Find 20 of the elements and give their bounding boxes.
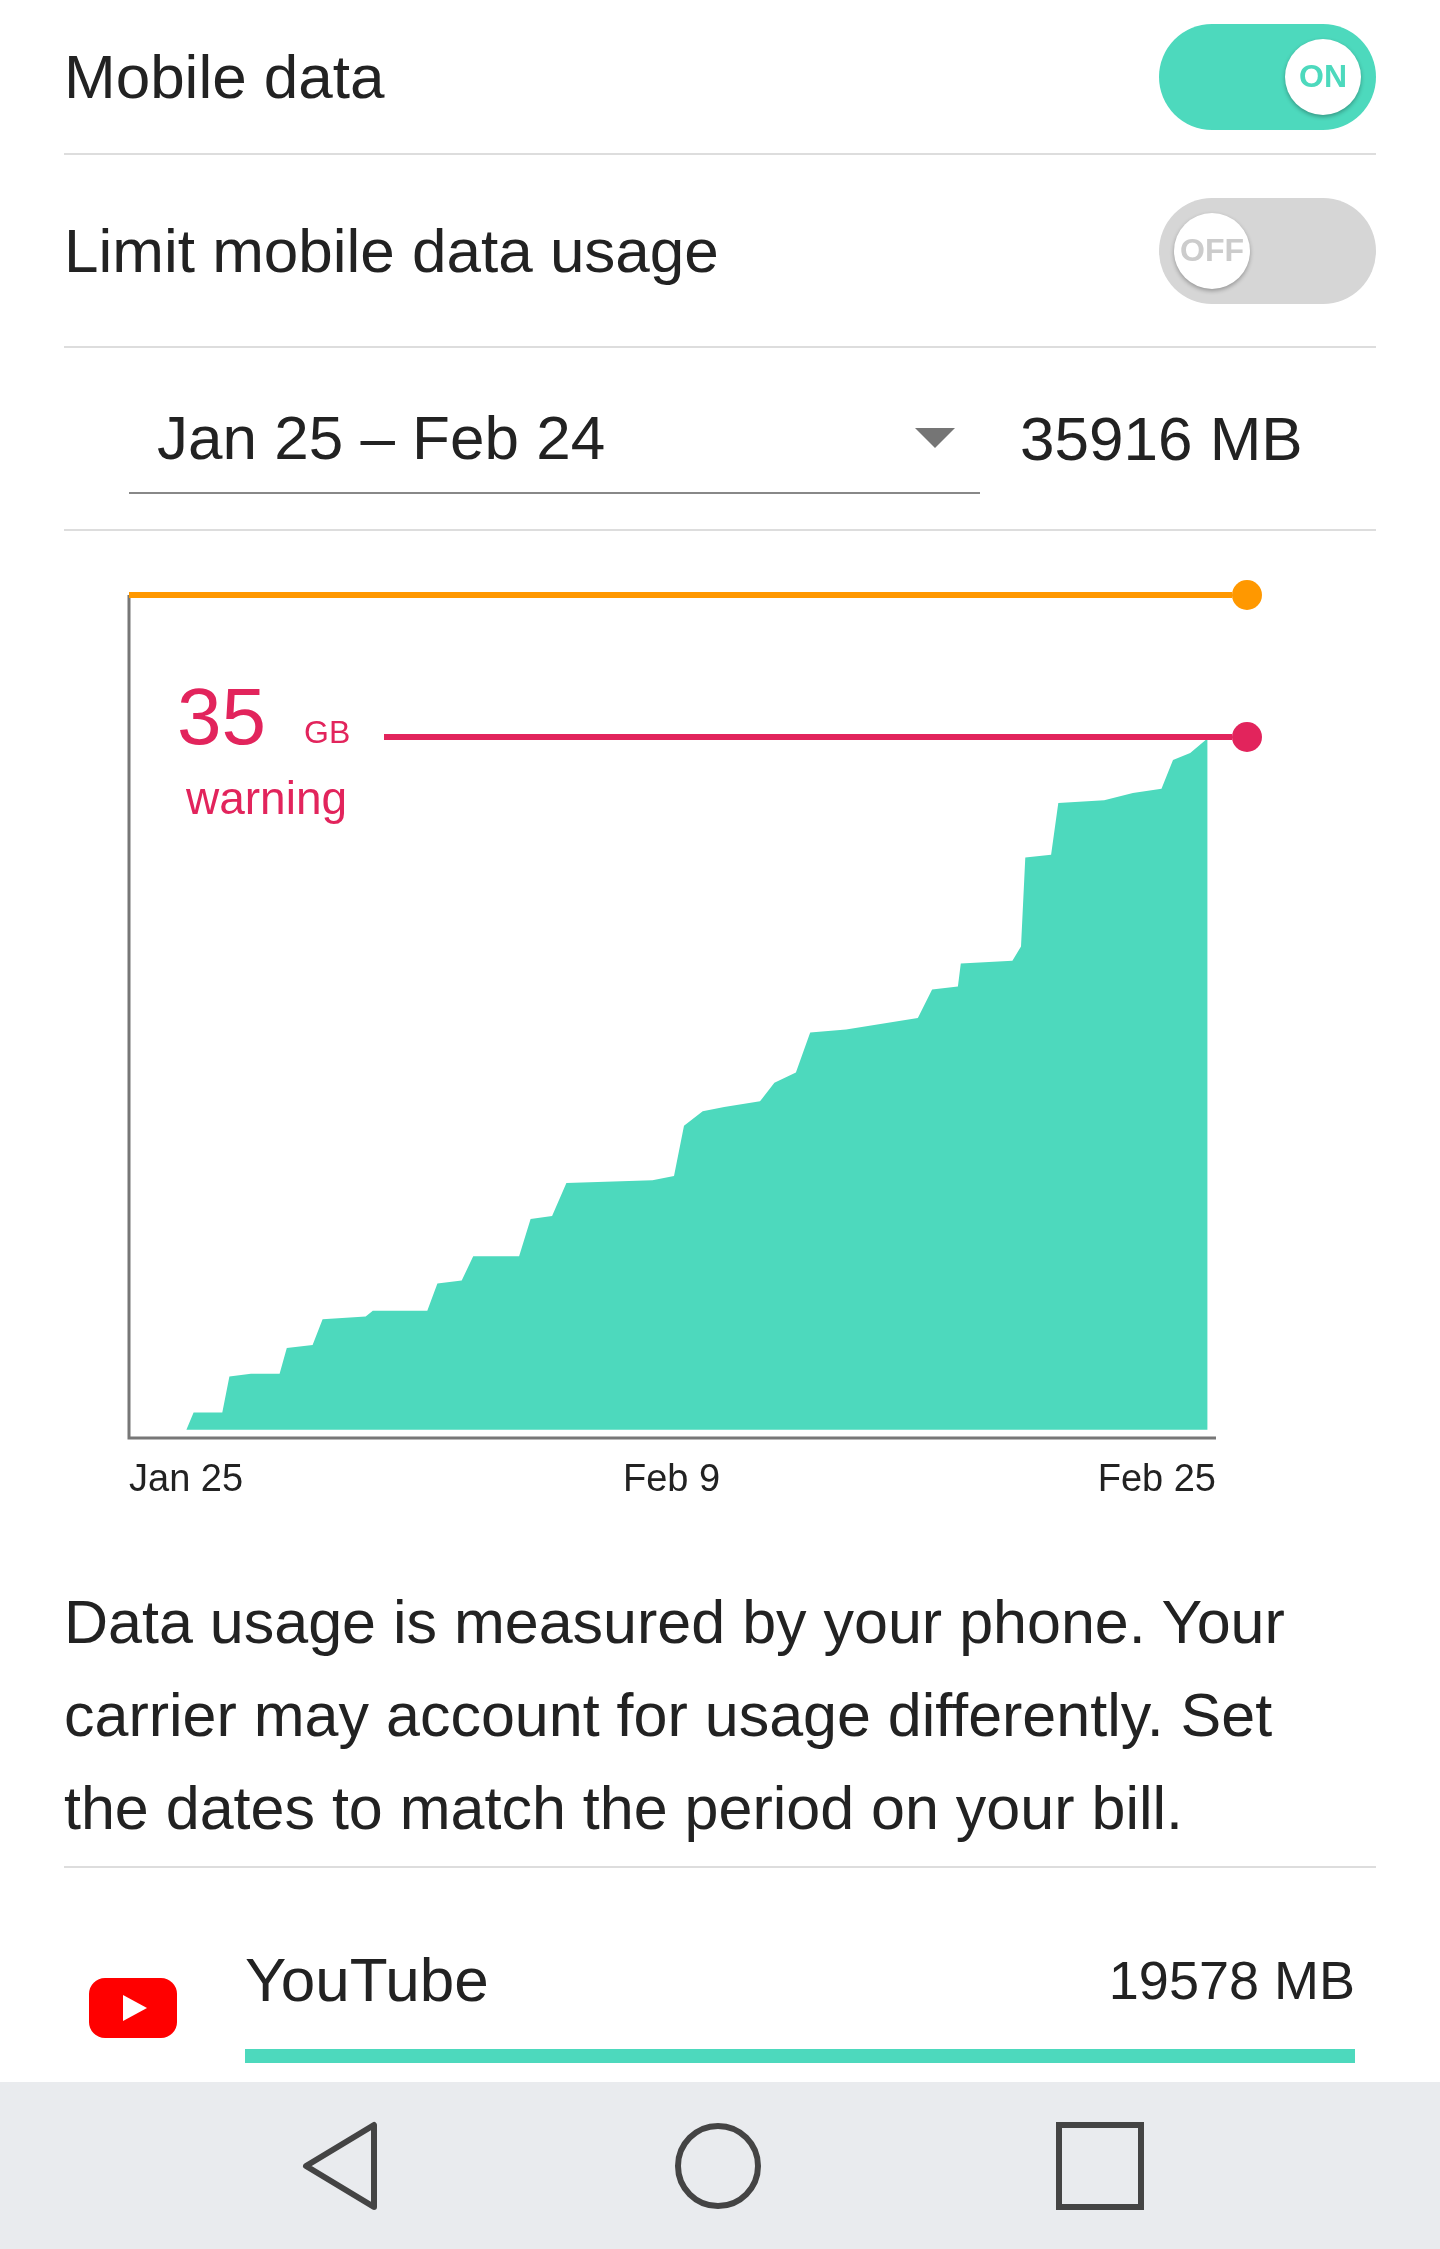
app-usage: 19578 MB [1108,1948,1355,2011]
home-icon[interactable] [672,2120,763,2211]
usage-note: Data usage is measured by your phone. Your carrier may account for usage differently. Set the dates to match the period on your bill. [64,1576,1376,1868]
axis-label: Feb 25 [1097,1457,1216,1500]
total-usage: 35916 MB [1020,403,1303,474]
setting-label: Mobile data [64,41,385,112]
warning-line[interactable] [384,722,1262,752]
recents-icon[interactable] [1055,2120,1145,2211]
caret-icon [915,427,955,448]
cycle-dropdown[interactable]: Jan 25 – Feb 24 [129,383,980,494]
app-name: YouTube [245,1944,489,2015]
back-icon[interactable] [300,2120,380,2211]
warning-label: warning [186,771,348,825]
setting-label: Limit mobile data usage [64,215,719,286]
axis-label: Jan 25 [129,1457,244,1500]
warning-unit: GB [304,714,351,751]
toggle-switch[interactable]: ON [1159,23,1376,130]
axis-label: Feb 9 [623,1457,721,1500]
warning-value: 35 [177,671,266,763]
play-logo-icon [89,1978,177,2038]
